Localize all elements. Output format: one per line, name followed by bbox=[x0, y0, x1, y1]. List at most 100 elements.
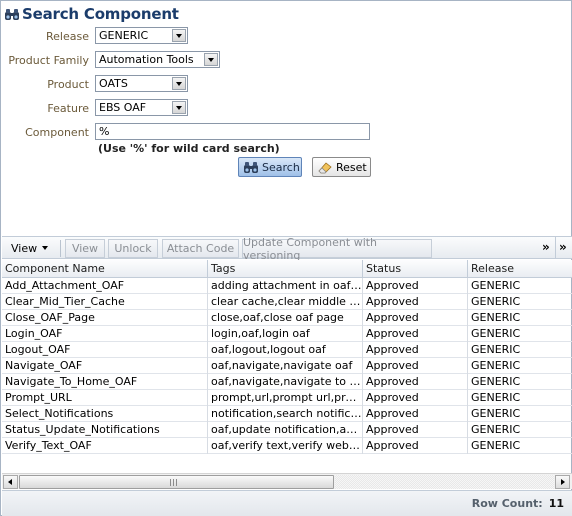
double-chevron-right-icon[interactable]: » bbox=[542, 240, 550, 254]
cell-release: GENERIC bbox=[471, 439, 521, 452]
cell-release: GENERIC bbox=[471, 375, 521, 388]
chevron-down-icon[interactable] bbox=[172, 101, 186, 114]
page-title: Search Component bbox=[22, 5, 179, 23]
cell-tags: oaf,navigate,navigate oaf bbox=[208, 358, 363, 374]
cell-component-name: Prompt_URL bbox=[2, 390, 208, 406]
feature-select[interactable]: EBS OAF bbox=[95, 99, 188, 116]
cell-component-name: Close_OAF_Page bbox=[2, 310, 208, 326]
table-row[interactable]: Select_Notifications notification,search… bbox=[2, 406, 572, 422]
cell-release: GENERIC bbox=[471, 327, 521, 340]
chevron-down-icon[interactable] bbox=[204, 53, 218, 66]
row-count: Row Count: 11 bbox=[472, 497, 564, 510]
cell-tags: oaf,navigate,navigate to home bbox=[208, 374, 363, 390]
toolbar-divider bbox=[555, 237, 556, 259]
table-row[interactable]: Close_OAF_Page close,oaf,close oaf page … bbox=[2, 310, 572, 326]
cell-release: GENERIC bbox=[471, 407, 521, 420]
attach-code-button[interactable]: Attach Code bbox=[162, 239, 239, 258]
cell-tags: clear cache,clear middle tier c… bbox=[208, 294, 363, 310]
search-button[interactable]: Search bbox=[238, 157, 302, 177]
cell-status: Approved bbox=[363, 438, 468, 454]
cell-status: Approved bbox=[363, 422, 468, 438]
cell-tags: adding attachment in oaf pag… bbox=[208, 278, 363, 294]
cell-tags: close,oaf,close oaf page bbox=[208, 310, 363, 326]
chevron-down-icon bbox=[42, 246, 49, 250]
cell-release: GENERIC bbox=[471, 311, 521, 324]
cell-release: GENERIC bbox=[471, 391, 521, 404]
scrollbar-thumb[interactable] bbox=[19, 475, 334, 489]
feature-label: Feature bbox=[47, 102, 89, 115]
binoculars-icon bbox=[244, 162, 258, 173]
table-row[interactable]: Logout_OAF oaf,logout,logout oaf Approve… bbox=[2, 342, 572, 358]
cell-release: GENERIC bbox=[471, 295, 521, 308]
double-chevron-right-icon[interactable]: » bbox=[559, 240, 567, 254]
table-row[interactable]: Navigate_To_Home_OAF oaf,navigate,naviga… bbox=[2, 374, 572, 390]
cell-tags: prompt,url,prompt url,prompt… bbox=[208, 390, 363, 406]
cell-tags: notification,search notificatio… bbox=[208, 406, 363, 422]
wildcard-hint: (Use '%' for wild card search) bbox=[98, 142, 280, 155]
cell-release: GENERIC bbox=[471, 423, 521, 436]
cell-component-name: Login_OAF bbox=[2, 326, 208, 342]
binoculars-icon bbox=[5, 9, 19, 20]
product-family-value: Automation Tools bbox=[99, 53, 194, 66]
search-component-panel: Search Component Release GENERIC Product… bbox=[0, 0, 572, 516]
table-row[interactable]: Clear_Mid_Tier_Cache clear cache,clear m… bbox=[2, 294, 572, 310]
table-row[interactable]: Login_OAF login,oaf,login oaf Approved G… bbox=[2, 326, 572, 342]
scroll-left-icon[interactable] bbox=[3, 475, 18, 489]
release-value: GENERIC bbox=[99, 29, 149, 42]
product-select[interactable]: OATS bbox=[95, 75, 188, 92]
product-value: OATS bbox=[99, 77, 128, 90]
cell-status: Approved bbox=[363, 278, 468, 294]
cell-release: GENERIC bbox=[471, 279, 521, 292]
row-count-value: 11 bbox=[548, 497, 564, 510]
cell-component-name: Add_Attachment_OAF bbox=[2, 278, 208, 294]
cell-status: Approved bbox=[363, 342, 468, 358]
cell-status: Approved bbox=[363, 406, 468, 422]
product-label: Product bbox=[47, 78, 89, 91]
release-label: Release bbox=[46, 30, 89, 43]
cell-tags: oaf,logout,logout oaf bbox=[208, 342, 363, 358]
horizontal-scrollbar[interactable] bbox=[2, 473, 572, 489]
table-row[interactable]: Add_Attachment_OAF adding attachment in … bbox=[2, 278, 572, 294]
cell-status: Approved bbox=[363, 358, 468, 374]
cell-release: GENERIC bbox=[471, 343, 521, 356]
table-toolbar: View View Unlock Attach Code Update Comp… bbox=[2, 236, 572, 262]
toolbar-divider bbox=[60, 240, 61, 257]
eraser-icon bbox=[318, 162, 332, 174]
table-row[interactable]: Status_Update_Notifications oaf,update n… bbox=[2, 422, 572, 438]
column-header-tags[interactable]: Tags bbox=[208, 260, 363, 278]
update-component-button[interactable]: Update Component with versioning bbox=[242, 236, 432, 262]
cell-component-name: Clear_Mid_Tier_Cache bbox=[2, 294, 208, 310]
cell-status: Approved bbox=[363, 390, 468, 406]
view-menu-label: View bbox=[11, 241, 38, 255]
row-count-label: Row Count: bbox=[471, 497, 543, 510]
table-row[interactable]: Prompt_URL prompt,url,prompt url,prompt…… bbox=[2, 390, 572, 406]
scroll-right-icon[interactable] bbox=[555, 475, 570, 489]
component-label: Component bbox=[25, 126, 89, 139]
scrollbar-track[interactable] bbox=[335, 475, 554, 489]
column-header-status[interactable]: Status bbox=[363, 260, 468, 278]
cell-tags: oaf,verify text,verify web te… bbox=[208, 438, 363, 454]
reset-button[interactable]: Reset bbox=[312, 157, 371, 177]
cell-component-name: Navigate_To_Home_OAF bbox=[2, 374, 208, 390]
product-family-label: Product Family bbox=[8, 54, 89, 67]
chevron-down-icon[interactable] bbox=[172, 77, 186, 90]
cell-tags: login,oaf,login oaf bbox=[208, 326, 363, 342]
chevron-down-icon[interactable] bbox=[172, 29, 186, 42]
release-select[interactable]: GENERIC bbox=[95, 27, 188, 44]
view-menu[interactable]: View bbox=[7, 240, 52, 256]
column-header-release[interactable]: Release bbox=[468, 260, 572, 278]
cell-component-name: Status_Update_Notifications bbox=[2, 422, 208, 438]
search-button-label: Search bbox=[262, 160, 300, 174]
product-family-select[interactable]: Automation Tools bbox=[95, 51, 220, 68]
table-row[interactable]: Navigate_OAF oaf,navigate,navigate oaf A… bbox=[2, 358, 572, 374]
table-row[interactable]: Verify_Text_OAF oaf,verify text,verify w… bbox=[2, 438, 572, 454]
view-button[interactable]: View bbox=[65, 239, 105, 258]
unlock-button[interactable]: Unlock bbox=[108, 239, 158, 258]
table-footer: Row Count: 11 bbox=[2, 490, 572, 516]
column-header-component-name[interactable]: Component Name bbox=[2, 260, 208, 278]
component-input[interactable]: % bbox=[95, 123, 370, 140]
cell-component-name: Navigate_OAF bbox=[2, 358, 208, 374]
cell-component-name: Select_Notifications bbox=[2, 406, 208, 422]
reset-button-label: Reset bbox=[336, 160, 367, 174]
cell-status: Approved bbox=[363, 374, 468, 390]
